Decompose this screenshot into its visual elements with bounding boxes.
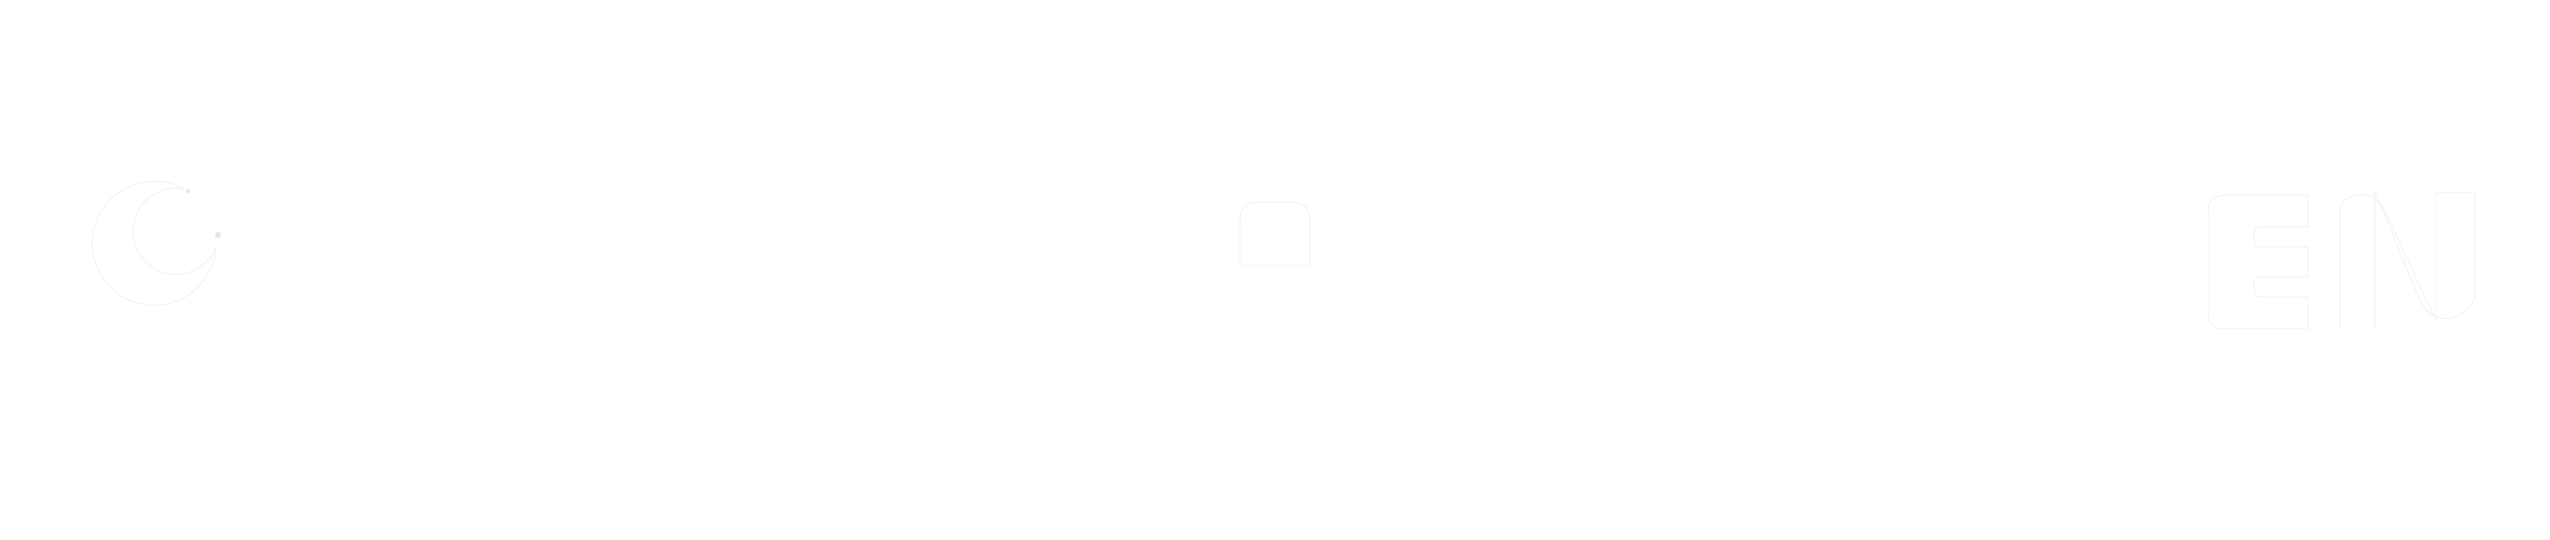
moon-icon: [91, 180, 221, 306]
language-switch[interactable]: EN: [2208, 189, 2514, 329]
language-label: EN: [2208, 329, 2209, 330]
top-bar: EN: [0, 0, 2550, 540]
lock-body-icon: [1239, 201, 1311, 266]
center-action-button[interactable]: [1228, 196, 1322, 266]
language-en-icon: [2208, 190, 2476, 329]
theme-toggle-button[interactable]: [90, 175, 230, 315]
